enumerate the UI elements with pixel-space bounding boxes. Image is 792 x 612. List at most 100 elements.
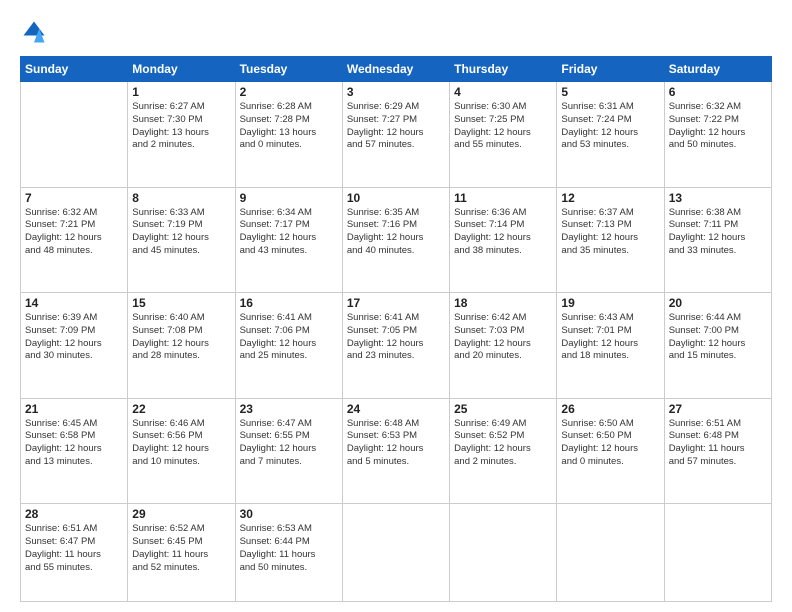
day-info: Sunrise: 6:45 AMSunset: 6:58 PMDaylight:…: [25, 418, 123, 469]
day-info: Sunrise: 6:44 AMSunset: 7:00 PMDaylight:…: [669, 312, 767, 363]
calendar-cell: 24Sunrise: 6:48 AMSunset: 6:53 PMDayligh…: [342, 398, 449, 504]
day-info: Sunrise: 6:27 AMSunset: 7:30 PMDaylight:…: [132, 101, 230, 152]
day-info: Sunrise: 6:42 AMSunset: 7:03 PMDaylight:…: [454, 312, 552, 363]
day-number: 20: [669, 296, 767, 310]
day-info: Sunrise: 6:34 AMSunset: 7:17 PMDaylight:…: [240, 207, 338, 258]
calendar-cell: 7 Sunrise: 6:32 AMSunset: 7:21 PMDaylight…: [21, 187, 128, 293]
day-number: 16: [240, 296, 338, 310]
day-number: 19: [561, 296, 659, 310]
calendar-cell: 9 Sunrise: 6:34 AMSunset: 7:17 PMDaylight…: [235, 187, 342, 293]
day-info: Sunrise: 6:38 AMSunset: 7:11 PMDaylight:…: [669, 207, 767, 258]
day-info: Sunrise: 6:41 AMSunset: 7:05 PMDaylight:…: [347, 312, 445, 363]
calendar-cell: 17 Sunrise: 6:41 AMSunset: 7:05 PMDayligh…: [342, 293, 449, 399]
calendar-cell: 27Sunrise: 6:51 AMSunset: 6:48 PMDayligh…: [664, 398, 771, 504]
day-number: 18: [454, 296, 552, 310]
calendar-week-row: 21 Sunrise: 6:45 AMSunset: 6:58 PMDayligh…: [21, 398, 772, 504]
calendar-day-header: Saturday: [664, 57, 771, 82]
day-number: 9: [240, 191, 338, 205]
day-number: 10: [347, 191, 445, 205]
day-number: 11: [454, 191, 552, 205]
day-info: Sunrise: 6:41 AMSunset: 7:06 PMDaylight:…: [240, 312, 338, 363]
calendar-day-header: Sunday: [21, 57, 128, 82]
calendar-cell: 4 Sunrise: 6:30 AMSunset: 7:25 PMDaylight…: [450, 82, 557, 188]
calendar-cell: [450, 504, 557, 602]
calendar-cell: 26 Sunrise: 6:50 AMSunset: 6:50 PMDayligh…: [557, 398, 664, 504]
calendar-cell: 21 Sunrise: 6:45 AMSunset: 6:58 PMDayligh…: [21, 398, 128, 504]
calendar-cell: [21, 82, 128, 188]
day-number: 4: [454, 85, 552, 99]
calendar-cell: 15 Sunrise: 6:40 AMSunset: 7:08 PMDayligh…: [128, 293, 235, 399]
calendar-week-row: 7 Sunrise: 6:32 AMSunset: 7:21 PMDaylight…: [21, 187, 772, 293]
page: SundayMondayTuesdayWednesdayThursdayFrid…: [0, 0, 792, 612]
calendar-cell: 16 Sunrise: 6:41 AMSunset: 7:06 PMDayligh…: [235, 293, 342, 399]
calendar-cell: 5 Sunrise: 6:31 AMSunset: 7:24 PMDaylight…: [557, 82, 664, 188]
day-info: Sunrise: 6:47 AMSunset: 6:55 PMDaylight:…: [240, 418, 338, 469]
day-info: Sunrise: 6:51 AMSunset: 6:47 PMDaylight:…: [25, 523, 123, 574]
day-info: Sunrise: 6:30 AMSunset: 7:25 PMDaylight:…: [454, 101, 552, 152]
day-info: Sunrise: 6:31 AMSunset: 7:24 PMDaylight:…: [561, 101, 659, 152]
calendar-cell: 20 Sunrise: 6:44 AMSunset: 7:00 PMDayligh…: [664, 293, 771, 399]
day-info: Sunrise: 6:52 AMSunset: 6:45 PMDaylight:…: [132, 523, 230, 574]
day-number: 7: [25, 191, 123, 205]
logo: [20, 18, 52, 46]
calendar-cell: 30 Sunrise: 6:53 AMSunset: 6:44 PMDayligh…: [235, 504, 342, 602]
day-number: 6: [669, 85, 767, 99]
day-number: 28: [25, 507, 123, 521]
calendar-week-row: 14Sunrise: 6:39 AMSunset: 7:09 PMDayligh…: [21, 293, 772, 399]
calendar-day-header: Wednesday: [342, 57, 449, 82]
day-info: Sunrise: 6:29 AMSunset: 7:27 PMDaylight:…: [347, 101, 445, 152]
day-info: Sunrise: 6:46 AMSunset: 6:56 PMDaylight:…: [132, 418, 230, 469]
calendar-cell: 3 Sunrise: 6:29 AMSunset: 7:27 PMDaylight…: [342, 82, 449, 188]
calendar-cell: 1 Sunrise: 6:27 AMSunset: 7:30 PMDaylight…: [128, 82, 235, 188]
day-info: Sunrise: 6:33 AMSunset: 7:19 PMDaylight:…: [132, 207, 230, 258]
day-number: 1: [132, 85, 230, 99]
day-number: 2: [240, 85, 338, 99]
day-number: 29: [132, 507, 230, 521]
calendar-cell: [664, 504, 771, 602]
day-info: Sunrise: 6:49 AMSunset: 6:52 PMDaylight:…: [454, 418, 552, 469]
day-info: Sunrise: 6:32 AMSunset: 7:21 PMDaylight:…: [25, 207, 123, 258]
day-info: Sunrise: 6:40 AMSunset: 7:08 PMDaylight:…: [132, 312, 230, 363]
calendar-day-header: Friday: [557, 57, 664, 82]
day-info: Sunrise: 6:48 AMSunset: 6:53 PMDaylight:…: [347, 418, 445, 469]
calendar-cell: 6 Sunrise: 6:32 AMSunset: 7:22 PMDaylight…: [664, 82, 771, 188]
day-info: Sunrise: 6:32 AMSunset: 7:22 PMDaylight:…: [669, 101, 767, 152]
day-number: 22: [132, 402, 230, 416]
day-number: 30: [240, 507, 338, 521]
calendar-table: SundayMondayTuesdayWednesdayThursdayFrid…: [20, 56, 772, 602]
calendar-week-row: 1 Sunrise: 6:27 AMSunset: 7:30 PMDaylight…: [21, 82, 772, 188]
calendar-day-header: Monday: [128, 57, 235, 82]
day-info: Sunrise: 6:36 AMSunset: 7:14 PMDaylight:…: [454, 207, 552, 258]
calendar-cell: 23 Sunrise: 6:47 AMSunset: 6:55 PMDayligh…: [235, 398, 342, 504]
day-number: 23: [240, 402, 338, 416]
day-number: 3: [347, 85, 445, 99]
calendar-cell: 22 Sunrise: 6:46 AMSunset: 6:56 PMDayligh…: [128, 398, 235, 504]
calendar-cell: 8 Sunrise: 6:33 AMSunset: 7:19 PMDaylight…: [128, 187, 235, 293]
day-number: 8: [132, 191, 230, 205]
calendar-cell: 12Sunrise: 6:37 AMSunset: 7:13 PMDayligh…: [557, 187, 664, 293]
day-info: Sunrise: 6:50 AMSunset: 6:50 PMDaylight:…: [561, 418, 659, 469]
calendar-header-row: SundayMondayTuesdayWednesdayThursdayFrid…: [21, 57, 772, 82]
calendar-cell: 2 Sunrise: 6:28 AMSunset: 7:28 PMDaylight…: [235, 82, 342, 188]
day-number: 26: [561, 402, 659, 416]
calendar-cell: [342, 504, 449, 602]
day-number: 5: [561, 85, 659, 99]
header: [20, 18, 772, 46]
day-info: Sunrise: 6:51 AMSunset: 6:48 PMDaylight:…: [669, 418, 767, 469]
calendar-cell: 13Sunrise: 6:38 AMSunset: 7:11 PMDayligh…: [664, 187, 771, 293]
calendar-cell: 11 Sunrise: 6:36 AMSunset: 7:14 PMDayligh…: [450, 187, 557, 293]
calendar-day-header: Tuesday: [235, 57, 342, 82]
calendar-day-header: Thursday: [450, 57, 557, 82]
day-number: 15: [132, 296, 230, 310]
day-number: 17: [347, 296, 445, 310]
day-info: Sunrise: 6:53 AMSunset: 6:44 PMDaylight:…: [240, 523, 338, 574]
calendar-week-row: 28 Sunrise: 6:51 AMSunset: 6:47 PMDayligh…: [21, 504, 772, 602]
day-info: Sunrise: 6:28 AMSunset: 7:28 PMDaylight:…: [240, 101, 338, 152]
calendar-cell: 28 Sunrise: 6:51 AMSunset: 6:47 PMDayligh…: [21, 504, 128, 602]
day-info: Sunrise: 6:43 AMSunset: 7:01 PMDaylight:…: [561, 312, 659, 363]
day-number: 21: [25, 402, 123, 416]
calendar-cell: 14Sunrise: 6:39 AMSunset: 7:09 PMDayligh…: [21, 293, 128, 399]
logo-icon: [20, 18, 48, 46]
calendar-cell: 29 Sunrise: 6:52 AMSunset: 6:45 PMDayligh…: [128, 504, 235, 602]
calendar-cell: 10Sunrise: 6:35 AMSunset: 7:16 PMDayligh…: [342, 187, 449, 293]
